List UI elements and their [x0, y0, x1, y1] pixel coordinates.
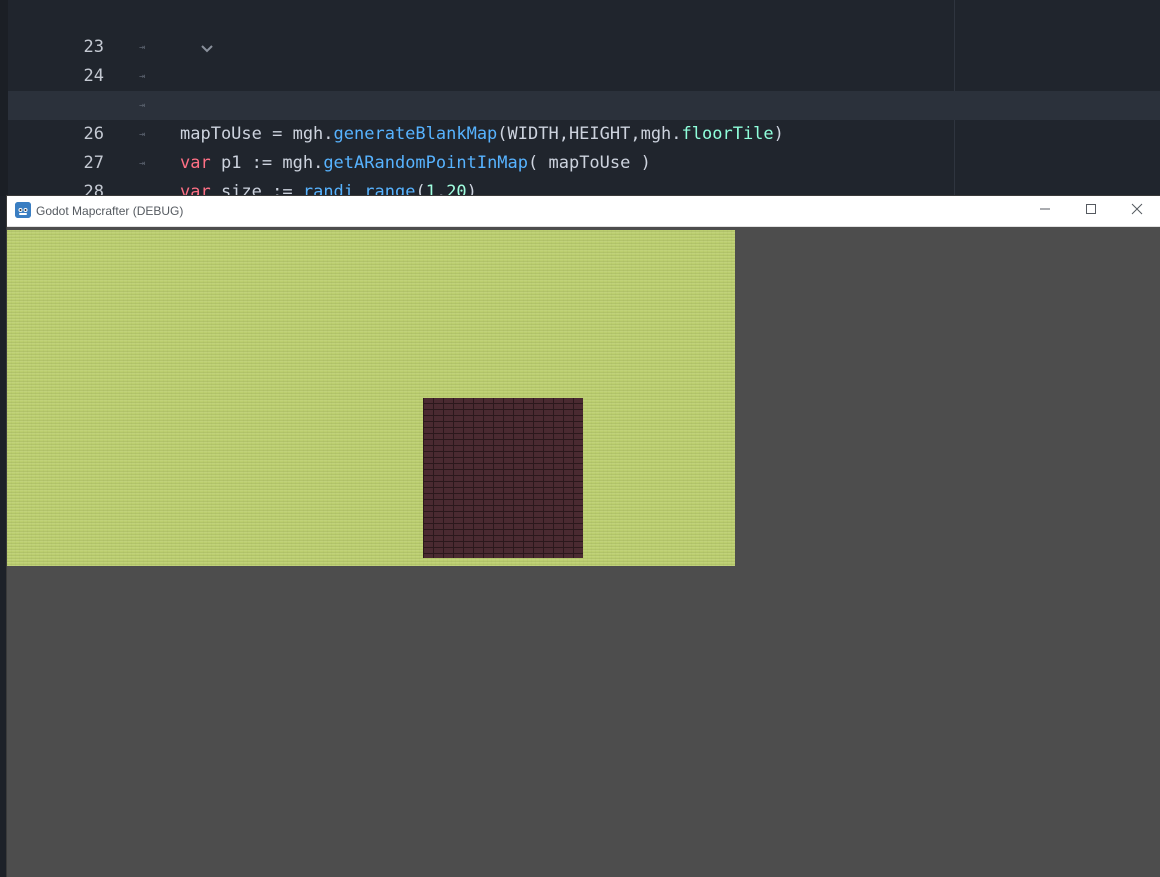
screen: 23 func test() -> void: 24 ⇥ mapToUse = …: [0, 0, 1160, 877]
window-title: Godot Mapcrafter (DEBUG): [36, 204, 184, 218]
minimize-button[interactable]: [1022, 196, 1068, 226]
code-line[interactable]: 23 func test() -> void:: [8, 4, 1160, 115]
tab-indent-icon: ⇥: [139, 158, 145, 169]
wall-tile-square: [423, 398, 583, 558]
game-window[interactable]: Godot Mapcrafter (DEBUG): [7, 196, 1160, 877]
fold-chevron-icon[interactable]: [117, 4, 213, 53]
maximize-button[interactable]: [1068, 196, 1114, 226]
code-line[interactable]: 28 ⇥ call_deferred_thread_group( "emit_s…: [8, 149, 1160, 196]
maximize-icon: [1085, 202, 1097, 220]
window-titlebar[interactable]: Godot Mapcrafter (DEBUG): [7, 196, 1160, 227]
close-icon: [1131, 202, 1143, 220]
code-line-current[interactable]: 26 ⇥ var size := randi_range(1,20): [8, 91, 1160, 196]
tab-indent-icon: ⇥: [139, 42, 145, 53]
close-button[interactable]: [1114, 196, 1160, 226]
tab-indent-icon: ⇥: [139, 100, 145, 111]
game-viewport[interactable]: [7, 227, 1160, 877]
tab-indent-icon: ⇥: [139, 71, 145, 82]
tab-indent-icon: ⇥: [139, 129, 145, 140]
minimize-icon: [1039, 202, 1051, 220]
code-editor[interactable]: 23 func test() -> void: 24 ⇥ mapToUse = …: [0, 0, 1160, 196]
editor-gutter-strip: [0, 0, 8, 196]
floor-tile-map: [7, 230, 735, 566]
code-line[interactable]: 24 ⇥ mapToUse = mgh.generateBlankMap(WID…: [8, 33, 1160, 144]
code-line[interactable]: 29: [8, 178, 1160, 196]
code-line[interactable]: 25 ⇥ var p1 := mgh.getARandomPointInMap(…: [8, 62, 1160, 173]
code-line[interactable]: 27 ⇥ mapToUse = mgh.drawSquare(p1, size,…: [8, 120, 1160, 173]
godot-app-icon: [15, 202, 31, 218]
